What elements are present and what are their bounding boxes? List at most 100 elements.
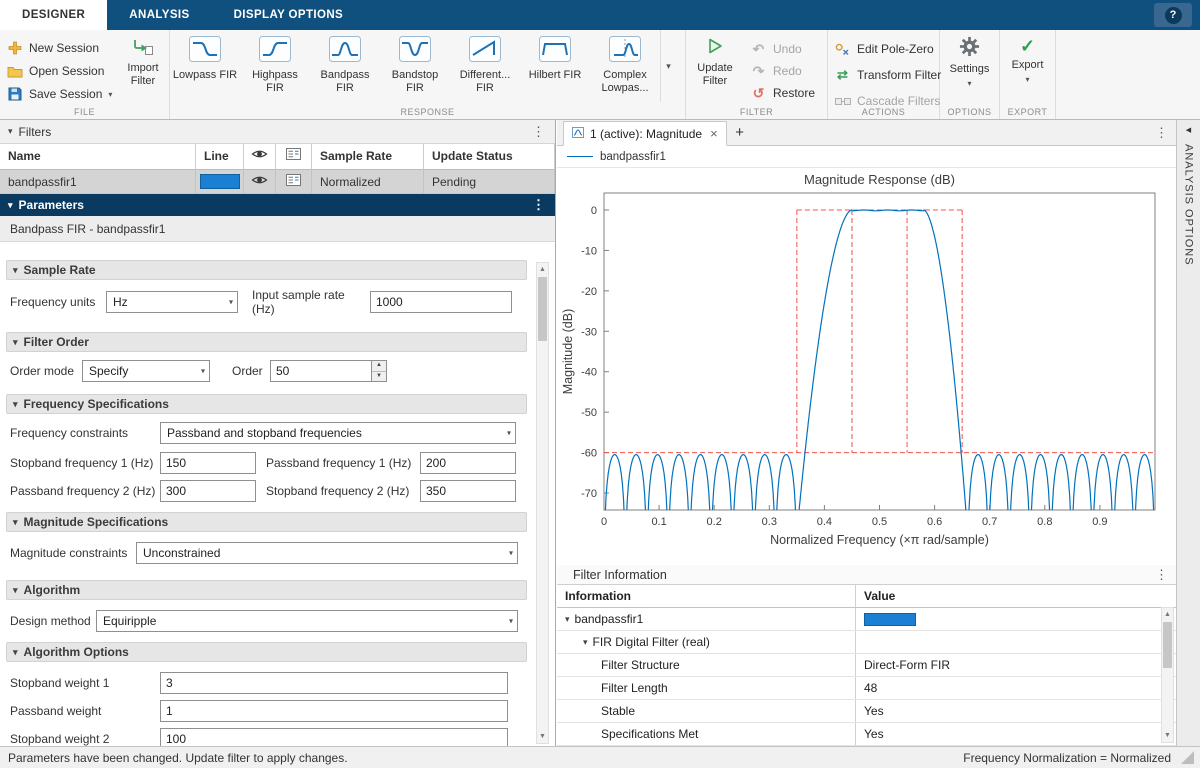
scrollbar-thumb[interactable]: [1163, 622, 1172, 668]
edit-pole-zero-button[interactable]: Edit Pole-Zero: [828, 39, 939, 59]
magnitude-constraints-combo[interactable]: Unconstrained ▾: [136, 542, 518, 564]
column-header-line[interactable]: Line: [196, 144, 244, 170]
chevron-down-icon: ▾: [108, 90, 112, 99]
scroll-down-arrow[interactable]: ▼: [537, 730, 548, 743]
parameters-scrollbar[interactable]: ▲ ▼: [536, 262, 549, 744]
filter-information-scrollbar[interactable]: ▲ ▼: [1161, 607, 1174, 743]
filter-visibility-cell[interactable]: [244, 170, 276, 194]
update-filter-button[interactable]: Update Filter: [686, 30, 744, 103]
bandstop-fir-button[interactable]: Bandstop FIR: [380, 30, 450, 119]
frequency-units-combo[interactable]: Hz ▾: [106, 291, 238, 313]
collapse-icon[interactable]: ▾: [583, 637, 588, 648]
passband-weight-field[interactable]: [160, 700, 508, 722]
plot-canvas[interactable]: Magnitude Response (dB)00.10.20.30.40.50…: [557, 168, 1176, 565]
redo-button[interactable]: ↷ Redo: [744, 61, 815, 81]
open-folder-icon: [6, 65, 23, 78]
filter-information-row[interactable]: ▾bandpassfir1: [557, 608, 1176, 631]
collapse-icon[interactable]: ▾: [565, 614, 570, 625]
filters-panel-header[interactable]: ▾ Filters ⋮: [0, 120, 555, 144]
magnitude-plot-tab[interactable]: 1 (active): Magnitude ×: [563, 121, 727, 146]
section-algorithm-options[interactable]: ▾ Algorithm Options: [6, 642, 527, 662]
hilbert-fir-button[interactable]: Hilbert FIR: [520, 30, 590, 119]
section-algorithm[interactable]: ▾ Algorithm: [6, 580, 527, 600]
save-session-button[interactable]: Save Session ▾: [0, 84, 118, 104]
stopband-weight-1-field[interactable]: [160, 672, 508, 694]
lowpass-fir-button[interactable]: Lowpass FIR: [170, 30, 240, 119]
tab-display-options[interactable]: DISPLAY OPTIONS: [212, 0, 366, 30]
column-header-information[interactable]: Information: [557, 585, 855, 608]
filter-annotation-cell[interactable]: [276, 170, 312, 194]
highpass-fir-label: Highpass FIR: [242, 69, 308, 95]
filter-information-row[interactable]: Stable Yes: [557, 700, 1176, 723]
line-color-swatch[interactable]: [200, 174, 240, 189]
section-sample-rate[interactable]: ▾ Sample Rate: [6, 260, 527, 280]
input-sample-rate-field[interactable]: [370, 291, 512, 313]
scrollbar-thumb[interactable]: [538, 277, 547, 341]
column-header-visibility[interactable]: [244, 144, 276, 170]
column-header-sample-rate[interactable]: Sample Rate: [312, 144, 424, 170]
passband-frequency-2-field[interactable]: [160, 480, 256, 502]
frequency-constraints-combo[interactable]: Passband and stopband frequencies ▾: [160, 422, 516, 444]
filter-information-row[interactable]: Specifications Met Yes: [557, 723, 1176, 746]
export-button[interactable]: ✓ Export ▾: [1000, 30, 1055, 84]
new-session-button[interactable]: New Session: [0, 38, 118, 58]
scrollbar-track[interactable]: [537, 276, 548, 730]
import-filter-button[interactable]: Import Filter: [118, 32, 168, 104]
differentiator-fir-button[interactable]: Different... FIR: [450, 30, 520, 119]
stepper-up-button[interactable]: ▲: [372, 361, 386, 372]
magnitude-constraints-label: Magnitude constraints: [10, 546, 136, 560]
response-gallery-expand-button[interactable]: ▾: [660, 30, 676, 102]
scroll-up-arrow[interactable]: ▲: [537, 263, 548, 276]
stopband-weight-2-field[interactable]: [160, 728, 508, 746]
filter-information-row[interactable]: Filter Structure Direct-Form FIR: [557, 654, 1176, 677]
design-method-combo[interactable]: Equiripple ▾: [96, 610, 518, 632]
expand-panel-icon[interactable]: ◀: [1186, 126, 1191, 134]
open-session-button[interactable]: Open Session: [0, 61, 118, 81]
bandpass-fir-button[interactable]: Bandpass FIR: [310, 30, 380, 119]
file-buttons-column: New Session Open Session Save Session ▾: [0, 30, 118, 104]
filter-information-row[interactable]: Filter Length 48: [557, 677, 1176, 700]
passband-frequency-1-field[interactable]: [420, 452, 516, 474]
plot-menu-kebab-icon[interactable]: ⋮: [1153, 125, 1176, 141]
section-magnitude-specifications[interactable]: ▾ Magnitude Specifications: [6, 512, 527, 532]
stopband-frequency-2-field[interactable]: [420, 480, 516, 502]
complex-lowpass-button[interactable]: Complex Lowpas...: [590, 30, 660, 119]
design-mask: [604, 210, 1155, 453]
help-button[interactable]: ?: [1154, 3, 1192, 27]
column-header-annotation[interactable]: [276, 144, 312, 170]
tab-analysis[interactable]: ANALYSIS: [107, 0, 211, 30]
resize-grip[interactable]: [1181, 751, 1194, 764]
filter-information-header[interactable]: Filter Information ⋮: [557, 565, 1176, 585]
settings-button[interactable]: Settings ▾: [940, 30, 999, 88]
chevron-down-icon: ▾: [1025, 75, 1029, 84]
filter-name-cell[interactable]: bandpassfir1: [0, 170, 196, 194]
analysis-options-strip[interactable]: ◀ ANALYSIS OPTIONS: [1176, 120, 1200, 746]
scroll-up-arrow[interactable]: ▲: [1162, 608, 1173, 621]
highpass-fir-button[interactable]: Highpass FIR: [240, 30, 310, 119]
filter-information-kebab-icon[interactable]: ⋮: [1153, 567, 1176, 583]
filter-line-cell[interactable]: [196, 170, 244, 194]
filter-information-row[interactable]: ▾FIR Digital Filter (real): [557, 631, 1176, 654]
order-field[interactable]: [270, 360, 371, 382]
section-frequency-specifications[interactable]: ▾ Frequency Specifications: [6, 394, 527, 414]
stopband-frequency-1-field[interactable]: [160, 452, 256, 474]
parameters-panel-header[interactable]: ▾ Parameters ⋮: [0, 194, 555, 216]
stepper-down-button[interactable]: ▼: [372, 372, 386, 382]
scrollbar-track[interactable]: [1162, 621, 1173, 729]
filter-table-row[interactable]: bandpassfir1 Normalized Pending: [0, 170, 555, 194]
filters-menu-kebab-icon[interactable]: ⋮: [530, 124, 547, 140]
design-method-label: Design method: [10, 614, 96, 628]
column-header-name[interactable]: Name: [0, 144, 196, 170]
parameters-menu-kebab-icon[interactable]: ⋮: [530, 197, 547, 213]
section-filter-order[interactable]: ▾ Filter Order: [6, 332, 527, 352]
tab-designer[interactable]: DESIGNER: [0, 0, 107, 30]
transform-filter-button[interactable]: ⇄ Transform Filter: [828, 65, 939, 85]
undo-button[interactable]: ↶ Undo: [744, 39, 815, 59]
order-mode-combo[interactable]: Specify ▾: [82, 360, 210, 382]
column-header-value[interactable]: Value: [855, 585, 1176, 608]
restore-button[interactable]: ↺ Restore: [744, 83, 815, 103]
scroll-down-arrow[interactable]: ▼: [1162, 729, 1173, 742]
close-tab-icon[interactable]: ×: [710, 126, 718, 141]
add-tab-button[interactable]: +: [727, 120, 753, 145]
column-header-update-status[interactable]: Update Status: [424, 144, 555, 170]
